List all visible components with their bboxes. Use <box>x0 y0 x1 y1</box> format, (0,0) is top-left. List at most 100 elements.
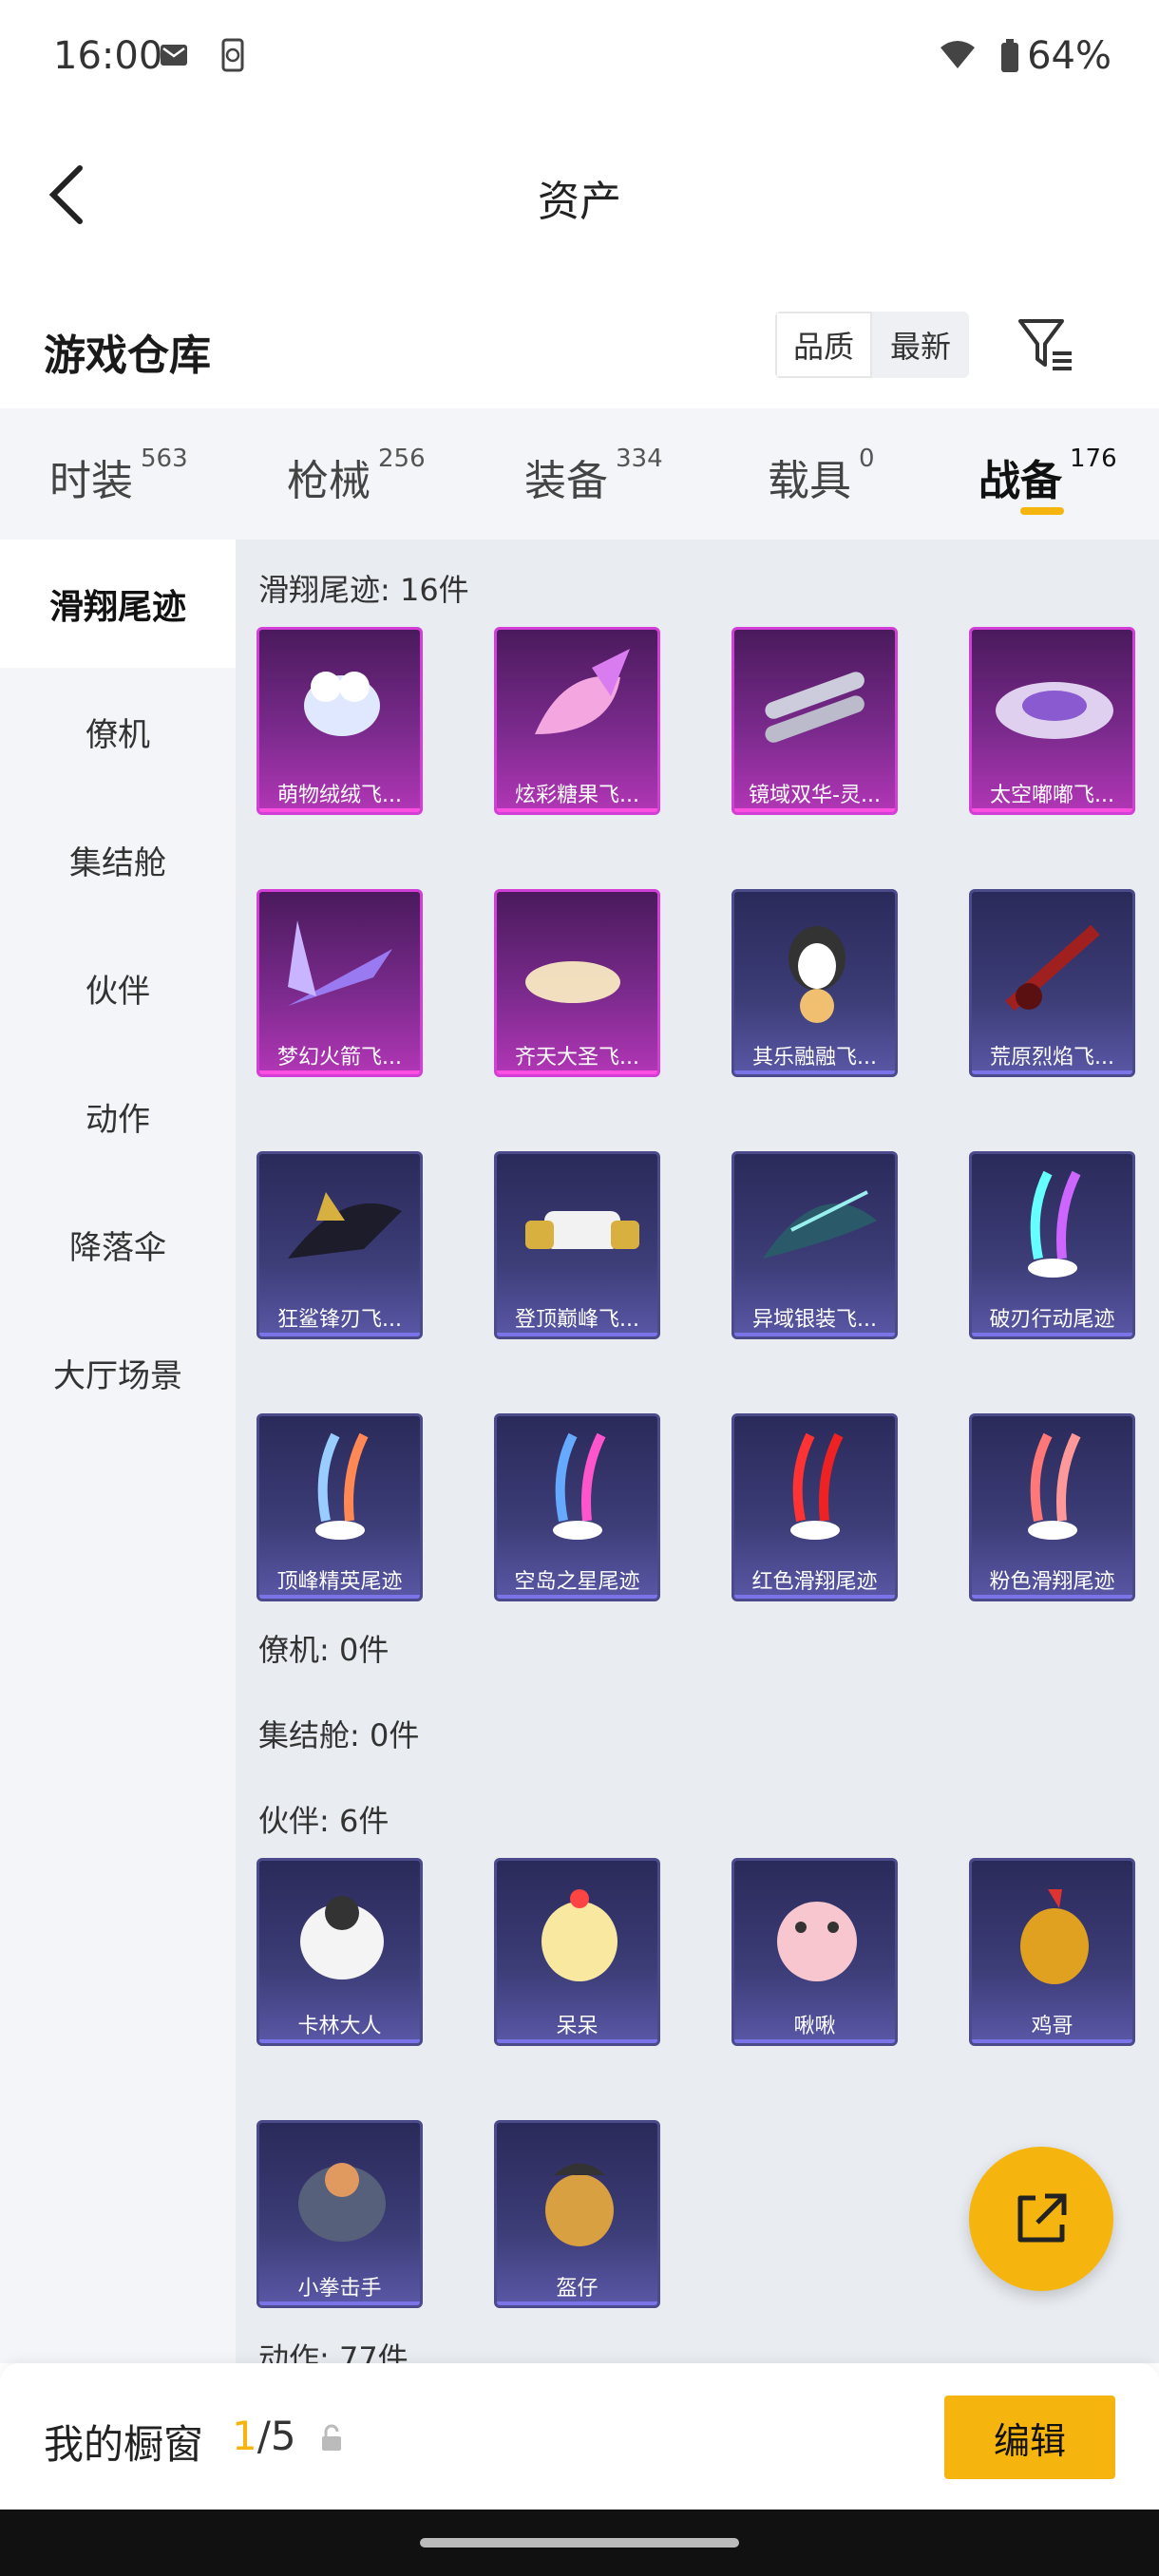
glide-item-card[interactable]: 荒原烈焰飞... <box>969 889 1135 1077</box>
quality-bar <box>734 1595 895 1599</box>
filter-icon[interactable] <box>1016 315 1075 374</box>
item-name: 太空嘟嘟飞... <box>990 784 1114 807</box>
quality-bar <box>972 2039 1132 2043</box>
item-art-image <box>525 961 620 1003</box>
partner-item-card[interactable]: 呆呆 <box>494 1858 660 2046</box>
quality-bar <box>259 2301 420 2305</box>
quality-bar <box>497 1595 657 1599</box>
sort-newest-button[interactable]: 最新 <box>872 312 969 378</box>
glide-item-card[interactable]: 登顶巅峰飞... <box>494 1151 660 1339</box>
item-name: 顶峰精英尾迹 <box>276 1570 403 1594</box>
item-art-image <box>1028 1170 1081 1278</box>
quality-bar <box>734 1333 895 1336</box>
partner-item-card[interactable]: 卡林大人 <box>256 1858 423 2046</box>
item-art-image <box>545 2163 614 2246</box>
quality-bar <box>972 1070 1132 1074</box>
item-art-image <box>763 1190 877 1259</box>
wifi-icon <box>940 41 975 68</box>
lock-icon <box>322 2424 341 2451</box>
section-title-wingman: 僚机: 0件 <box>258 1632 390 1668</box>
glide-item-card[interactable]: 破刃行动尾迹 <box>969 1151 1135 1339</box>
sidebar-item-lobby-scene[interactable]: 大厅场景 <box>0 1309 236 1437</box>
item-name: 狂鲨锋刃飞... <box>277 1308 402 1332</box>
glide-item-card[interactable]: 其乐融融飞... <box>732 889 898 1077</box>
sort-quality-button[interactable]: 品质 <box>775 312 872 378</box>
tab-battle-prep[interactable]: 战备 176 <box>978 445 1117 507</box>
sidebar-item-partner[interactable]: 伙伴 <box>0 924 236 1052</box>
item-art-image <box>1020 1889 1089 1984</box>
item-name: 盔仔 <box>556 2277 598 2301</box>
item-grid-panel: 滑翔尾迹: 16件 萌物绒绒飞... 炫彩糖果飞... 镜域双华-灵... 太空嘟嘟飞… <box>236 540 1159 2363</box>
quality-bar <box>497 2301 657 2305</box>
item-art-image <box>315 1432 369 1540</box>
quality-bar <box>259 1333 420 1336</box>
warehouse-row: 游戏仓库 品质 最新 <box>0 302 1159 393</box>
quality-bar <box>259 808 420 812</box>
section-title-glide: 滑翔尾迹: 16件 <box>258 572 469 608</box>
item-name: 镜域双华-灵... <box>749 784 881 807</box>
item-name: 鸡哥 <box>1031 2015 1074 2038</box>
sidebar-item-rally-pod[interactable]: 集结舱 <box>0 796 236 924</box>
item-name: 呆呆 <box>556 2015 598 2038</box>
partner-item-card[interactable]: 盔仔 <box>494 2120 660 2308</box>
item-art-image <box>298 2163 386 2242</box>
item-art-image <box>790 1432 844 1540</box>
glide-item-card[interactable]: 红色滑翔尾迹 <box>732 1413 898 1601</box>
quality-bar <box>497 2039 657 2043</box>
quality-bar <box>972 1333 1132 1336</box>
item-name: 卡林大人 <box>297 2015 382 2038</box>
item-name: 萌物绒绒飞... <box>277 784 402 807</box>
glide-item-card[interactable]: 镜域双华-灵... <box>732 627 898 815</box>
sidebar-item-wingman[interactable]: 僚机 <box>0 668 236 796</box>
item-name: 空岛之星尾迹 <box>514 1570 640 1594</box>
partner-item-card[interactable]: 小拳击手 <box>256 2120 423 2308</box>
showcase-title: 我的橱窗 <box>44 2421 204 2468</box>
tab-vehicles[interactable]: 载具 0 <box>768 445 875 507</box>
glide-item-card[interactable]: 齐天大圣飞... <box>494 889 660 1077</box>
sidebar-item-action[interactable]: 动作 <box>0 1052 236 1181</box>
quality-bar <box>259 1070 420 1074</box>
sidebar-item-parachute[interactable]: 降落伞 <box>0 1181 236 1309</box>
glide-item-card[interactable]: 萌物绒绒飞... <box>256 627 423 815</box>
battery-percent: 64% <box>1027 34 1112 78</box>
edit-button[interactable]: 编辑 <box>944 2396 1115 2479</box>
quality-bar <box>734 808 895 812</box>
tab-fashion[interactable]: 时装 563 <box>49 445 188 507</box>
status-bar: 16:00 64% <box>0 0 1159 114</box>
sidebar: 滑翔尾迹 僚机 集结舱 伙伴 动作 降落伞 大厅场景 <box>0 540 236 2363</box>
glide-item-card[interactable]: 异域银装飞... <box>732 1151 898 1339</box>
share-fab-button[interactable] <box>969 2147 1113 2291</box>
warehouse-title: 游戏仓库 <box>44 331 211 380</box>
external-link-icon <box>1017 2193 1067 2243</box>
tab-equipment[interactable]: 装备 334 <box>524 445 663 507</box>
quality-bar <box>734 2039 895 2043</box>
partner-item-card[interactable]: 鸡哥 <box>969 1858 1135 2046</box>
item-art-image <box>788 926 846 1023</box>
glide-item-card[interactable]: 炫彩糖果飞... <box>494 627 660 815</box>
quality-bar <box>497 1070 657 1074</box>
category-tabs: 时装 563 枪械 256 装备 334 载具 0 战备 176 <box>0 408 1159 540</box>
partner-item-card[interactable]: 啾啾 <box>732 1858 898 2046</box>
glide-item-card[interactable]: 空岛之星尾迹 <box>494 1413 660 1601</box>
quality-bar <box>972 808 1132 812</box>
item-name: 小拳击手 <box>297 2277 382 2301</box>
item-name: 啾啾 <box>793 2015 836 2038</box>
glide-item-card[interactable]: 太空嘟嘟飞... <box>969 627 1135 815</box>
tab-guns[interactable]: 枪械 256 <box>287 445 426 507</box>
phone-sync-icon <box>221 38 244 72</box>
glide-item-card[interactable]: 顶峰精英尾迹 <box>256 1413 423 1601</box>
quality-bar <box>259 2039 420 2043</box>
active-tab-indicator <box>1020 507 1064 515</box>
item-name: 粉色滑翔尾迹 <box>989 1570 1115 1594</box>
glide-item-card[interactable]: 梦幻火箭飞... <box>256 889 423 1077</box>
item-art-image <box>542 1889 618 1981</box>
app-header: 资产 <box>0 142 1159 247</box>
item-art-image <box>1028 1432 1081 1540</box>
home-gesture-handle[interactable] <box>420 2538 739 2548</box>
battery-icon <box>1001 39 1019 72</box>
glide-item-card[interactable]: 狂鲨锋刃飞... <box>256 1151 423 1339</box>
status-time: 16:00 <box>53 34 163 78</box>
glide-item-card[interactable]: 粉色滑翔尾迹 <box>969 1413 1135 1601</box>
section-title-action: 动作: 77件 <box>258 2340 408 2363</box>
sidebar-item-glide-trail[interactable]: 滑翔尾迹 <box>0 540 236 668</box>
